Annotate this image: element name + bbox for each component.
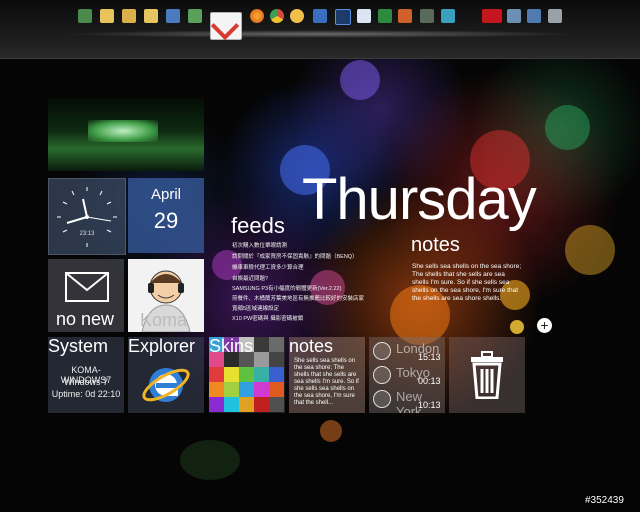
bokeh-light — [340, 60, 380, 100]
skin-swatch[interactable] — [239, 382, 254, 397]
envelope-icon — [65, 272, 109, 302]
firefox-icon[interactable] — [250, 9, 264, 23]
photo-tile[interactable] — [48, 98, 204, 171]
folder-icon[interactable] — [144, 9, 158, 23]
recycle-icon[interactable] — [188, 9, 202, 23]
system-title: System — [48, 337, 109, 356]
opera-icon[interactable] — [290, 9, 304, 23]
skin-swatch[interactable] — [224, 382, 239, 397]
trash-can-icon — [471, 351, 503, 399]
clock-icon — [373, 342, 391, 360]
feed-item[interactable]: 初次購入數位單眼請測 — [232, 241, 287, 249]
skins-tile[interactable]: Skins — [209, 337, 285, 413]
trash-icon[interactable] — [548, 9, 562, 23]
concert-image — [88, 120, 158, 142]
watermark: #352439 — [585, 495, 624, 506]
calendar-day: 29 — [153, 208, 179, 233]
feed-item[interactable]: SAMSUNG P3有小幅度的韌體更新(Ver.2.22) — [232, 284, 341, 292]
notes-text[interactable]: She sells sea shells on the sea shore; T… — [412, 263, 522, 303]
desktop-icon[interactable] — [78, 9, 92, 23]
ati-icon[interactable] — [482, 9, 502, 23]
notes-title: notes — [411, 234, 460, 256]
system-tile[interactable]: System KOMA-WINDOWS7 Windows 7 Uptime: 0… — [48, 337, 124, 413]
media-player-icon[interactable] — [313, 9, 327, 23]
skin-swatch[interactable] — [224, 367, 239, 382]
skin-swatch[interactable] — [254, 352, 269, 367]
bokeh-light — [180, 440, 240, 480]
world-clock-row: New York 10:13 — [369, 387, 445, 413]
notes-small-text: She sells sea shells on the sea shore; T… — [294, 358, 359, 406]
feed-item[interactable]: 煎餐件、木桶蘭芳葉美地區有無推薦比較好的安裝店家 — [232, 294, 364, 302]
skin-swatch[interactable] — [239, 397, 254, 412]
mail-tile[interactable]: no new — [48, 259, 124, 332]
skin-swatch[interactable] — [239, 367, 254, 382]
skin-swatch[interactable] — [269, 337, 284, 352]
bokeh-light — [320, 420, 342, 442]
world-clock-row: Tokyo 00:13 — [369, 363, 445, 386]
avatar-tile[interactable]: Koma — [128, 259, 204, 332]
feed-item[interactable]: 請問關於『成家買房不保固責駭』的問題（BENQ） — [232, 252, 358, 260]
display-icon[interactable] — [527, 9, 541, 23]
photoshop-icon[interactable] — [335, 9, 351, 25]
documents-icon[interactable] — [122, 9, 136, 23]
skin-swatch[interactable] — [269, 382, 284, 397]
skin-swatch[interactable] — [269, 352, 284, 367]
app-icon[interactable] — [420, 9, 434, 23]
skin-swatch[interactable] — [254, 397, 269, 412]
explorer-title: Explorer — [128, 337, 196, 356]
bokeh-light — [565, 225, 615, 275]
utility-icon[interactable] — [441, 9, 455, 23]
notes-small-title: notes — [289, 337, 334, 356]
skin-swatch[interactable] — [269, 397, 284, 412]
system-uptime: Uptime: 0d 22:10 — [51, 389, 121, 399]
world-clock-time: 00:13 — [418, 376, 441, 386]
laptop-icon[interactable] — [507, 9, 521, 23]
skin-swatch[interactable] — [209, 382, 224, 397]
world-clock-row: London 15:13 — [369, 339, 445, 362]
powerpoint-icon[interactable] — [398, 9, 412, 23]
clock-tile[interactable]: 23:13 — [48, 178, 126, 255]
skin-swatch[interactable] — [254, 337, 269, 352]
skin-swatch[interactable] — [254, 382, 269, 397]
skins-title: Skins — [209, 337, 254, 356]
feeds-title: feeds — [231, 213, 285, 238]
day-of-week: Thursday — [302, 167, 537, 232]
feed-item[interactable]: 機車車險代理工資多少算合理 — [232, 263, 304, 271]
chrome-icon[interactable] — [270, 9, 284, 23]
calendar-month: April — [150, 186, 181, 203]
world-clock-tile[interactable]: London 15:13 Tokyo 00:13 New York 10:13 — [369, 337, 445, 413]
skin-swatch[interactable] — [254, 367, 269, 382]
calendar-tile[interactable]: April 29 — [128, 178, 204, 253]
skin-swatch[interactable] — [209, 367, 224, 382]
add-icon[interactable]: + — [537, 318, 552, 333]
notes-small-tile[interactable]: notes She sells sea shells on the sea sh… — [289, 337, 365, 413]
recycle-bin-tile[interactable] — [449, 337, 525, 413]
analog-clock-icon — [57, 187, 117, 247]
system-os: Windows 7 — [63, 377, 108, 387]
clock-icon — [373, 390, 391, 408]
network-icon[interactable] — [166, 9, 180, 23]
gmail-icon[interactable] — [210, 12, 242, 40]
world-clock-time: 15:13 — [418, 352, 441, 362]
internet-explorer-icon — [142, 368, 190, 402]
feed-item[interactable]: X10 PW密碼與 攝影密碼被鎖 — [232, 314, 303, 322]
skin-swatch[interactable] — [224, 397, 239, 412]
explorer-tile[interactable]: Explorer — [128, 337, 204, 413]
avatar-name: Koma — [140, 310, 188, 330]
mail-status: no new — [56, 309, 115, 329]
skin-swatch[interactable] — [269, 367, 284, 382]
excel-icon[interactable] — [378, 9, 392, 23]
word-icon[interactable] — [357, 9, 371, 23]
feed-item[interactable]: 寬頻5區域連線設定 — [232, 304, 279, 312]
bokeh-light — [545, 105, 590, 150]
clock-icon — [373, 366, 391, 384]
world-clock-time: 10:13 — [418, 400, 441, 410]
folder-icon[interactable] — [100, 9, 114, 23]
clock-time: 23:13 — [79, 231, 95, 237]
dock-shelf — [60, 30, 580, 38]
bokeh-light — [510, 320, 524, 334]
feed-item[interactable]: 自娛最近問題? — [232, 274, 268, 282]
skin-swatch[interactable] — [209, 397, 224, 412]
dock-bar — [0, 0, 640, 59]
